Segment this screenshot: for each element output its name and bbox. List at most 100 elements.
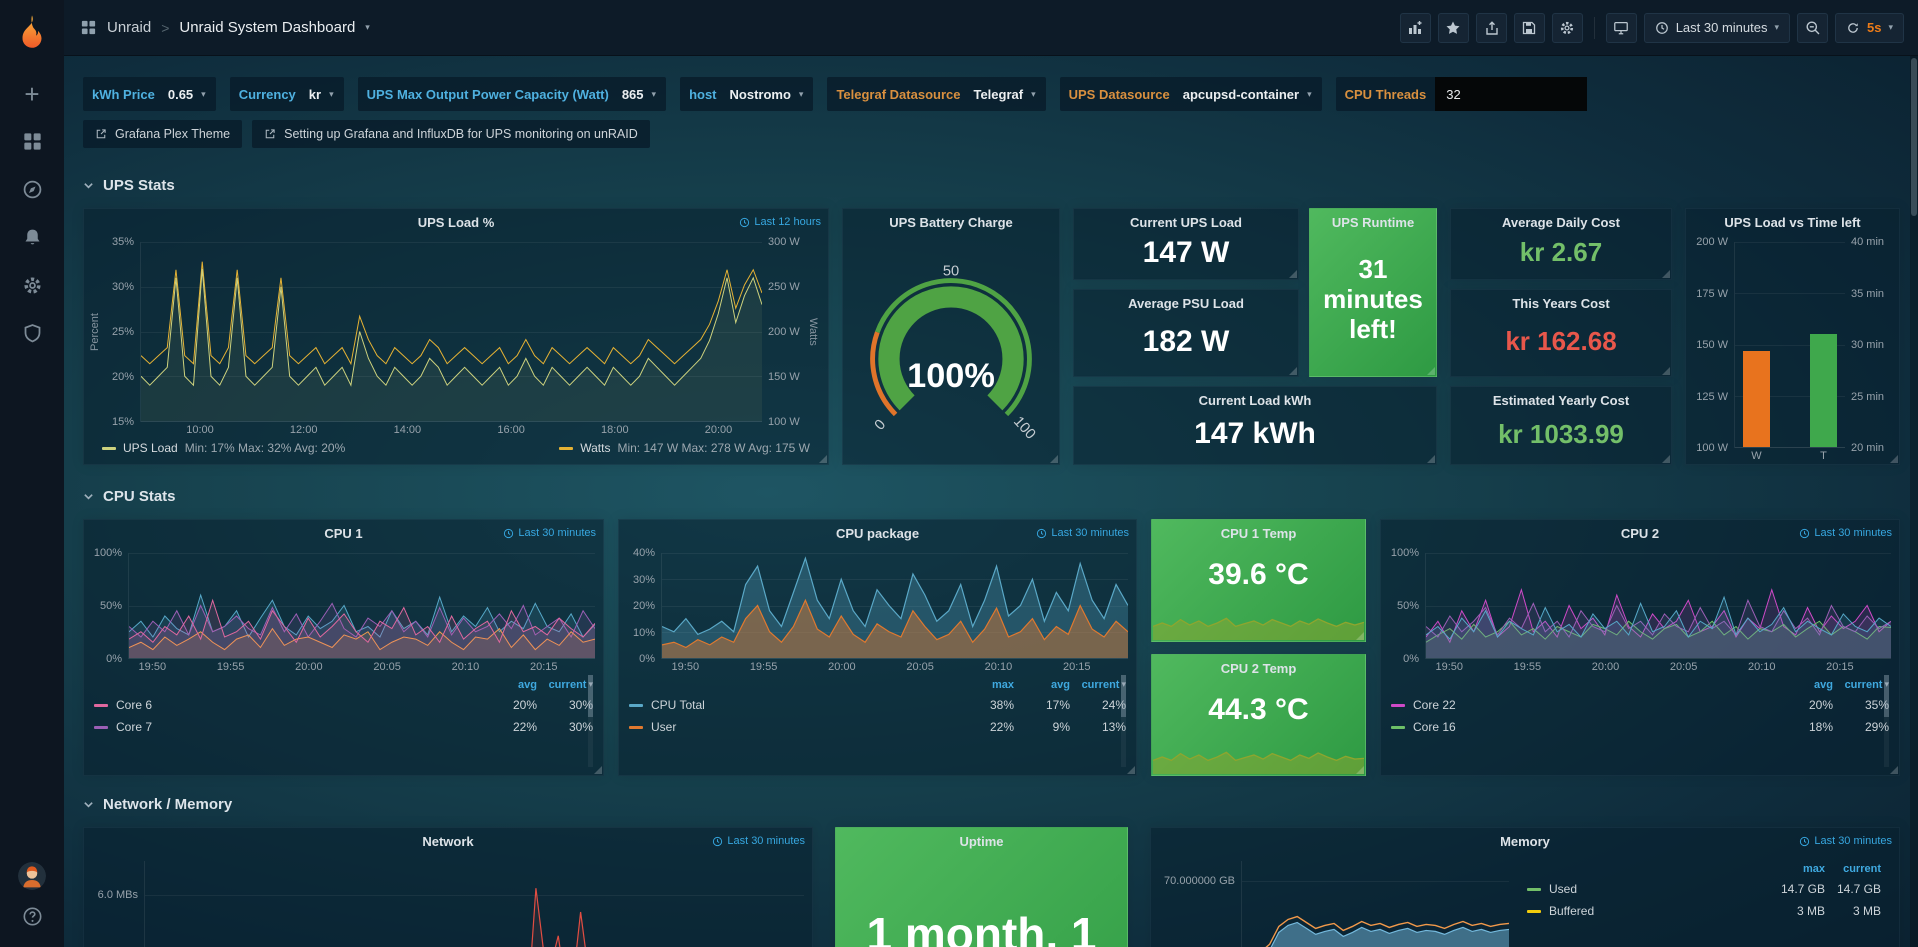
legend-row-cpu-total[interactable]: CPU Total 38% 17% 24% [629, 694, 1126, 716]
grafana-logo-icon[interactable] [13, 13, 51, 51]
panel-title[interactable]: CPU 1 Temp [1221, 526, 1297, 541]
stat-value: 31 minutes left! [1310, 236, 1436, 376]
panel-cpu2: CPU 2 Last 30 minutes 100%50%0% [1380, 519, 1900, 776]
legend-col-max[interactable]: max [1769, 863, 1825, 875]
refresh-picker[interactable]: 5s ▾ [1835, 13, 1904, 43]
panel-time-override[interactable]: Last 30 minutes [1799, 527, 1892, 539]
memory-plot[interactable] [1241, 861, 1509, 947]
legend-swatch [1527, 888, 1541, 891]
variable-kwh-price[interactable]: kWh Price 0.65▾ [83, 77, 216, 111]
panel-title[interactable]: UPS Load % [418, 215, 495, 230]
legend-col-avg[interactable]: avg [481, 679, 537, 691]
breadcrumb-separator: > [161, 20, 169, 36]
variable-ups-max-output[interactable]: UPS Max Output Power Capacity (Watt) 865… [358, 77, 666, 111]
variable-host[interactable]: host Nostromo▾ [680, 77, 813, 111]
create-plus-icon[interactable]: + [22, 83, 43, 104]
panel-title[interactable]: CPU 2 [1621, 526, 1659, 541]
cpu-package-plot[interactable]: 19:5019:5520:0020:0520:1020:15 [661, 553, 1128, 659]
panel-title[interactable]: Average PSU Load [1128, 296, 1244, 311]
share-button[interactable] [1476, 13, 1507, 43]
cpu-threads-input[interactable] [1435, 77, 1587, 111]
variable-currency[interactable]: Currency kr▾ [230, 77, 344, 111]
panel-title[interactable]: Estimated Yearly Cost [1493, 393, 1629, 408]
dashboard-settings-button[interactable] [1552, 13, 1583, 43]
panel-time-override[interactable]: Last 30 minutes [1036, 527, 1129, 539]
legend-item-watts[interactable]: Watts Min: 147 W Max: 278 W Avg: 175 W [559, 441, 810, 455]
panel-title[interactable]: Current Load kWh [1199, 393, 1312, 408]
variable-ups-datasource[interactable]: UPS Datasource apcupsd-container▾ [1060, 77, 1322, 111]
alerting-bell-icon[interactable] [22, 227, 43, 248]
x-axis-ticks: 19:5019:5520:0020:0520:1020:15 [1426, 658, 1891, 674]
time-range-label: Last 30 minutes [1814, 835, 1892, 847]
cpu2-plot[interactable]: 19:5019:5520:0020:0520:1020:15 [1425, 553, 1891, 659]
section-header-ups-stats[interactable]: UPS Stats [83, 172, 1900, 198]
panel-title[interactable]: UPS Runtime [1332, 215, 1414, 230]
server-admin-shield-icon[interactable] [22, 323, 43, 344]
variable-telegraf-datasource[interactable]: Telegraf Datasource Telegraf▾ [827, 77, 1045, 111]
legend-row-user[interactable]: User 22% 9% 13% [629, 716, 1126, 738]
time-range-label: Last 30 minutes [1051, 527, 1129, 539]
link-ups-monitoring-guide[interactable]: Setting up Grafana and InfluxDB for UPS … [252, 120, 650, 148]
legend-col-current[interactable]: current▾ [1833, 679, 1889, 691]
legend-col-avg[interactable]: avg [1777, 679, 1833, 691]
network-plot[interactable] [144, 861, 804, 947]
panel-title[interactable]: UPS Battery Charge [889, 215, 1013, 230]
section-header-network-memory[interactable]: Network / Memory [83, 791, 1900, 817]
panel-title[interactable]: CPU package [836, 526, 919, 541]
panel-time-override[interactable]: Last 30 minutes [712, 835, 805, 847]
legend-col-current[interactable]: current [1825, 863, 1881, 875]
legend-row-core7[interactable]: Core 7 22% 30% [94, 716, 593, 738]
ups-load-plot[interactable]: 10:0012:0014:0016:0018:0020:00 [140, 242, 762, 422]
link-grafana-plex-theme[interactable]: Grafana Plex Theme [83, 120, 242, 148]
section-title: CPU Stats [103, 488, 176, 505]
user-avatar[interactable] [18, 862, 46, 890]
legend-col-current[interactable]: current▾ [1070, 679, 1126, 691]
legend-col-current[interactable]: current▾ [537, 679, 593, 691]
breadcrumb-folder[interactable]: Unraid [107, 19, 151, 36]
legend-scrollbar[interactable] [1121, 675, 1126, 767]
save-dashboard-button[interactable] [1514, 13, 1545, 43]
panel-title[interactable]: CPU 1 [324, 526, 362, 541]
legend-row-core6[interactable]: Core 6 20% 30% [94, 694, 593, 716]
legend-row-buffered[interactable]: Buffered 3 MB 3 MB [1527, 900, 1881, 922]
panel-title[interactable]: UPS Load vs Time left [1724, 215, 1860, 230]
panel-title[interactable]: Average Daily Cost [1502, 215, 1620, 230]
panel-title[interactable]: Memory [1500, 834, 1550, 849]
caret-down-icon: ▾ [1031, 90, 1036, 99]
panel-title[interactable]: CPU 2 Temp [1221, 661, 1297, 676]
section-title: Network / Memory [103, 796, 232, 813]
panel-time-override[interactable]: Last 12 hours [739, 216, 821, 228]
legend-scrollbar[interactable] [588, 675, 593, 767]
bar-plot[interactable]: WT [1734, 242, 1845, 448]
add-panel-button[interactable] [1400, 13, 1431, 43]
panel-title[interactable]: Network [422, 834, 473, 849]
cpu1-plot[interactable]: 19:5019:5520:0020:0520:1020:15 [128, 553, 595, 659]
panel-title[interactable]: Uptime [959, 834, 1003, 849]
panel-title[interactable]: This Years Cost [1512, 296, 1609, 311]
tv-mode-button[interactable] [1606, 13, 1637, 43]
panel-title[interactable]: Current UPS Load [1130, 215, 1242, 230]
star-button[interactable] [1438, 13, 1469, 43]
dashboard-title[interactable]: Unraid System Dashboard [179, 19, 355, 36]
panel-time-override[interactable]: Last 30 minutes [503, 527, 596, 539]
section-header-cpu-stats[interactable]: CPU Stats [83, 483, 1900, 509]
panel-time-override[interactable]: Last 30 minutes [1799, 835, 1892, 847]
dashboards-icon[interactable] [22, 131, 43, 152]
legend-scrollbar[interactable] [1884, 675, 1889, 767]
sidebar: + [0, 0, 64, 947]
time-range-picker[interactable]: Last 30 minutes ▾ [1644, 13, 1790, 43]
help-icon[interactable] [22, 906, 43, 927]
explore-compass-icon[interactable] [22, 179, 43, 200]
legend-row-used[interactable]: Used 14.7 GB 14.7 GB [1527, 878, 1881, 900]
legend-row-core22[interactable]: Core 22 20% 35% [1391, 694, 1889, 716]
zoom-out-button[interactable] [1797, 13, 1828, 43]
caret-down-icon[interactable]: ▾ [365, 23, 370, 32]
legend-col-max[interactable]: max [958, 679, 1014, 691]
page-scrollbar[interactable] [1910, 56, 1918, 947]
legend-row-core16[interactable]: Core 16 18% 29% [1391, 716, 1889, 738]
legend-item-ups-load[interactable]: UPS Load Min: 17% Max: 32% Avg: 20% [102, 441, 345, 455]
configuration-gear-icon[interactable] [22, 275, 43, 296]
time-range-label: Last 12 hours [754, 216, 821, 228]
legend-col-avg[interactable]: avg [1014, 679, 1070, 691]
clock-icon [1655, 21, 1669, 35]
